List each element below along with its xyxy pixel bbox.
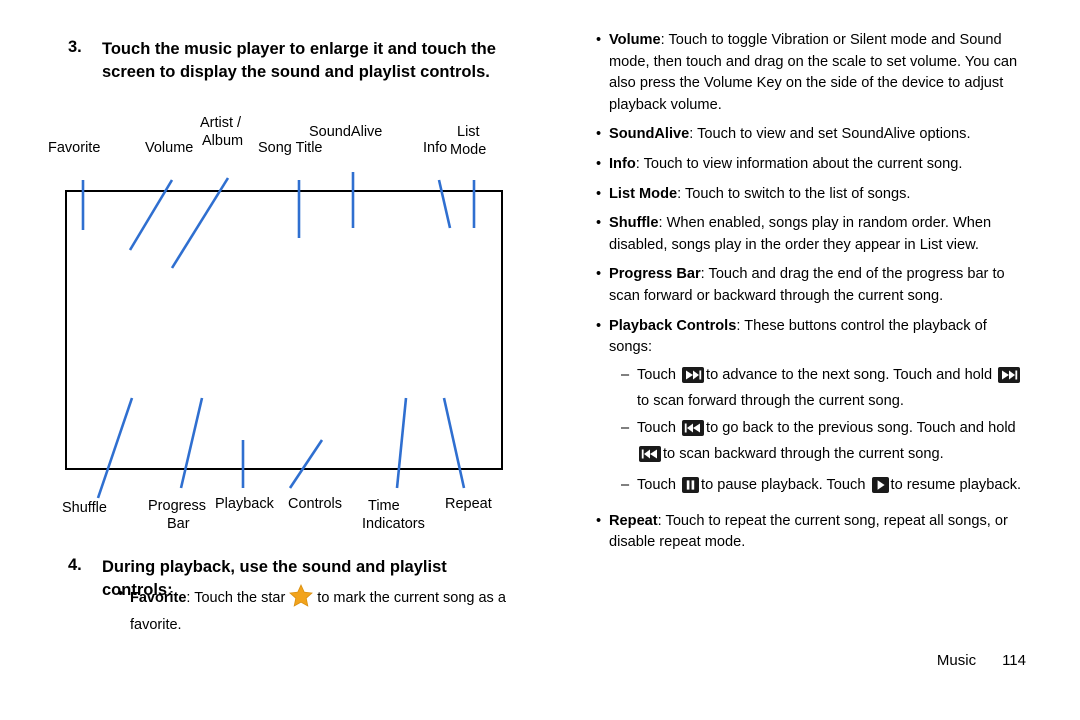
star-icon bbox=[289, 584, 314, 615]
footer-section-label: Music bbox=[936, 652, 977, 669]
label-playback: Playback bbox=[215, 496, 274, 512]
bullet-soundalive: • SoundAlive: Touch to view and set Sound… bbox=[596, 124, 1026, 146]
sub-bullet-pause-play: – Touch to pause playback. Touch to resum… bbox=[609, 474, 1026, 500]
bullet-text: : Touch to repeat the current song, repe… bbox=[609, 512, 1008, 551]
page-footer: Music 114 bbox=[596, 652, 1026, 669]
bullet-dot: • bbox=[596, 126, 602, 143]
bullet-dot: • bbox=[596, 512, 602, 529]
label-time-line1: Time bbox=[368, 498, 400, 514]
play-icon bbox=[871, 477, 889, 500]
sub-bullet-dash: – bbox=[621, 477, 630, 494]
sub-bullet-next: – Touch to advance to the next song. Touc… bbox=[609, 364, 1026, 412]
sub-bullet-dash: – bbox=[621, 420, 630, 437]
sub-text-1: Touch bbox=[637, 420, 676, 437]
footer-page-number: 114 bbox=[1002, 652, 1026, 669]
previous-track-icon bbox=[682, 420, 705, 443]
label-progress-line2: Bar bbox=[167, 516, 190, 532]
bullet-repeat: • Repeat: Touch to repeat the current son… bbox=[596, 511, 1026, 554]
sub-text-2: to advance to the next song. Touch and h… bbox=[706, 366, 993, 383]
bullet-text: : When enabled, songs play in random ord… bbox=[609, 215, 992, 253]
sub-text-2: to pause playback. Touch bbox=[701, 477, 866, 494]
bullet-dot: • bbox=[596, 155, 602, 172]
bullet-dot: • bbox=[596, 317, 602, 334]
bullet-text: : Touch to view and set SoundAlive optio… bbox=[689, 126, 971, 143]
label-soundalive: SoundAlive bbox=[309, 124, 383, 140]
favorite-text-before: : Touch the star bbox=[186, 590, 286, 606]
bullet-info: • Info: Touch to view information about t… bbox=[596, 154, 1026, 176]
bullet-text: : Touch to view information about the cu… bbox=[635, 155, 963, 172]
bullet-lead: Progress Bar bbox=[609, 266, 701, 283]
bullet-lead: Volume bbox=[609, 32, 661, 48]
next-track-icon bbox=[998, 366, 1021, 390]
step-3-text: Touch the music player to enlarge it and… bbox=[102, 40, 496, 82]
bullet-dot: • bbox=[596, 185, 602, 202]
bullet-dot: • bbox=[596, 215, 602, 232]
label-repeat: Repeat bbox=[445, 496, 492, 512]
pause-icon bbox=[682, 477, 700, 500]
sub-text-2: to go back to the previous song. Touch a… bbox=[706, 420, 1016, 437]
label-volume: Volume bbox=[145, 140, 194, 156]
label-artist-album-line2: Album bbox=[202, 133, 244, 149]
label-shuffle: Shuffle bbox=[62, 500, 107, 516]
bullet-dot: • bbox=[596, 32, 602, 48]
bullet-lead: Playback Controls bbox=[609, 317, 737, 334]
favorite-bullet-body: Favorite: Touch the star to mark the curr… bbox=[130, 584, 518, 637]
sub-bullet-previous: – Touch to go back to the previous song. … bbox=[609, 417, 1026, 469]
previous-track-icon bbox=[639, 446, 661, 469]
bullet-dot: • bbox=[118, 586, 124, 602]
label-time-line2: Indicators bbox=[362, 516, 425, 532]
music-player-diagram: Favorite Volume Artist / Album Song Titl… bbox=[48, 110, 520, 550]
bullet-progress-bar: • Progress Bar: Touch and drag the end of… bbox=[596, 264, 1026, 307]
sub-text-1: Touch bbox=[637, 477, 676, 494]
bullet-text: : Touch to toggle Vibration or Silent mo… bbox=[609, 32, 1018, 113]
right-column: • Volume: Touch to toggle Vibration or Si… bbox=[596, 30, 1026, 562]
sub-bullet-dash: – bbox=[621, 366, 630, 383]
favorite-lead: Favorite bbox=[130, 590, 187, 606]
next-track-icon bbox=[682, 366, 705, 390]
sub-text-3: to resume playback. bbox=[890, 477, 1022, 494]
label-favorite: Favorite bbox=[48, 140, 101, 156]
bullet-lead: Repeat bbox=[609, 512, 658, 529]
music-player-screen-outline bbox=[65, 190, 503, 470]
sub-text-1: Touch bbox=[637, 366, 676, 383]
favorite-bullet: • Favorite: Touch the star to mark the cu… bbox=[118, 584, 518, 637]
manual-page: 3. Touch the music player to enlarge it … bbox=[0, 0, 1080, 720]
step-3-number: 3. bbox=[68, 38, 82, 56]
step-4-number: 4. bbox=[68, 556, 82, 574]
sub-text-3: to scan backward through the current son… bbox=[663, 446, 944, 463]
bullet-volume: • Volume: Touch to toggle Vibration or Si… bbox=[596, 30, 1026, 116]
step-3: 3. Touch the music player to enlarge it … bbox=[68, 38, 498, 85]
label-song-title: Song Title bbox=[258, 140, 323, 156]
bullet-shuffle: • Shuffle: When enabled, songs play in ra… bbox=[596, 213, 1026, 256]
label-controls: Controls bbox=[288, 496, 342, 512]
label-list-mode-line1: List bbox=[457, 124, 480, 140]
bullet-text: : Touch to switch to the list of songs. bbox=[677, 185, 911, 202]
bullet-lead: Info bbox=[609, 155, 636, 172]
label-progress-line1: Progress bbox=[148, 498, 207, 514]
bullet-playback-controls: • Playback Controls: These buttons contro… bbox=[596, 316, 1026, 501]
bullet-lead: SoundAlive bbox=[609, 126, 690, 143]
bullet-lead: Shuffle bbox=[609, 215, 659, 232]
sub-text-3: to scan forward through the current song… bbox=[637, 392, 904, 409]
left-column: 3. Touch the music player to enlarge it … bbox=[0, 0, 540, 720]
bullet-lead: List Mode bbox=[609, 185, 678, 202]
label-list-mode-line2: Mode bbox=[450, 142, 487, 158]
bullet-dot: • bbox=[596, 266, 602, 283]
label-info: Info bbox=[423, 140, 448, 156]
bullet-list-mode: • List Mode: Touch to switch to the list … bbox=[596, 184, 1026, 206]
label-artist-album-line1: Artist / bbox=[200, 115, 242, 131]
